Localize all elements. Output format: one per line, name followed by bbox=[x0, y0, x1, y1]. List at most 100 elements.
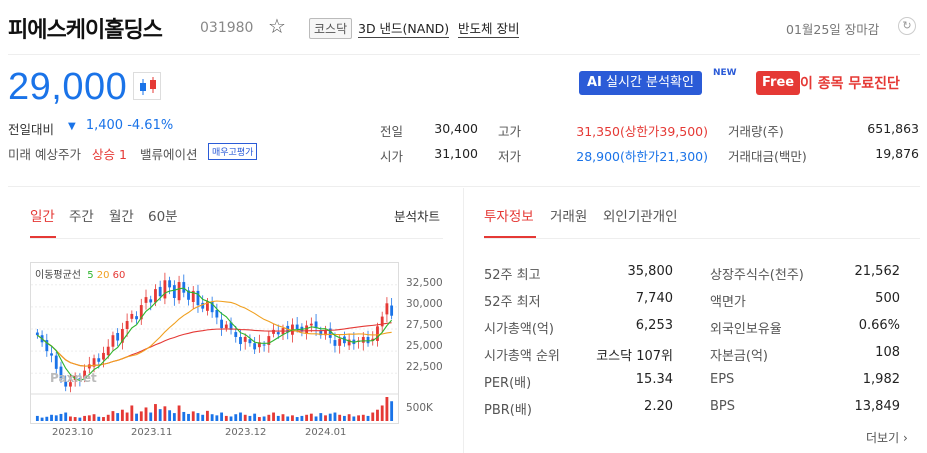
valuation-badge[interactable]: 매우고평가 bbox=[208, 143, 258, 160]
prev-close-value: 30,400 bbox=[434, 121, 478, 136]
candle-body bbox=[158, 286, 162, 297]
volume-tick: 500K bbox=[406, 402, 433, 414]
tab-broker[interactable]: 거래원 bbox=[550, 205, 587, 225]
chevron-right-icon: › bbox=[902, 431, 908, 445]
candle-body bbox=[305, 325, 309, 334]
predict-label: 미래 예상주가 bbox=[8, 147, 81, 162]
x-tick: 2023.10 bbox=[52, 427, 94, 438]
candle-body bbox=[135, 316, 138, 320]
volume-bar bbox=[163, 406, 167, 421]
info-value: 6,253 bbox=[635, 318, 673, 333]
info-label: EPS bbox=[710, 372, 735, 387]
x-tick: 2023.11 bbox=[131, 427, 173, 438]
tab-daily[interactable]: 일간 bbox=[30, 205, 55, 225]
candle-body bbox=[215, 309, 219, 318]
theme-link-nand[interactable]: 3D 낸드(NAND) bbox=[358, 18, 450, 38]
favorite-star-icon[interactable]: ☆ bbox=[268, 14, 286, 38]
stock-title: 피에스케이홀딩스 bbox=[8, 18, 163, 43]
volume-bar bbox=[125, 412, 129, 421]
candle-chart-icon[interactable] bbox=[133, 72, 161, 100]
candle-body bbox=[125, 321, 129, 329]
candle-body bbox=[253, 343, 257, 350]
volume-bar bbox=[319, 413, 323, 421]
amount-label: 거래대금(백만) bbox=[728, 149, 807, 164]
tab-foreign-institution[interactable]: 외인기관개인 bbox=[603, 205, 678, 225]
divider bbox=[463, 188, 464, 453]
info-label: PER(배) bbox=[484, 376, 532, 391]
theme-link-semiconductor[interactable]: 반도체 장비 bbox=[458, 18, 520, 38]
open-label: 시가 bbox=[380, 149, 404, 164]
stock-code: 031980 bbox=[200, 20, 254, 36]
info-value: 21,562 bbox=[854, 264, 901, 279]
refresh-icon[interactable]: ↻ bbox=[898, 17, 916, 35]
tab-monthly[interactable]: 월간 bbox=[109, 205, 134, 225]
candle-body bbox=[366, 336, 370, 344]
volume-bar bbox=[59, 413, 63, 421]
volume-bar bbox=[291, 415, 294, 421]
candle-body bbox=[54, 355, 58, 369]
tab-60min[interactable]: 60분 bbox=[148, 205, 178, 225]
divider bbox=[30, 238, 443, 239]
x-tick: 2024.01 bbox=[305, 427, 347, 438]
volume-bar bbox=[83, 415, 87, 421]
y-tick: 27,500 bbox=[406, 319, 443, 331]
ai-analysis-button[interactable]: AI 실시간 분석확인 bbox=[579, 71, 702, 95]
volume-bar bbox=[243, 414, 247, 421]
candle-body bbox=[102, 352, 105, 360]
valuation-label: 밸류에이션 bbox=[140, 147, 198, 162]
divider bbox=[8, 186, 920, 187]
current-price: 29,000 bbox=[8, 66, 128, 108]
tab-invest-info[interactable]: 투자정보 bbox=[484, 205, 534, 225]
tab-weekly[interactable]: 주간 bbox=[69, 205, 94, 225]
candlestick-chart bbox=[31, 272, 398, 421]
candle-body bbox=[116, 332, 120, 341]
info-value: 108 bbox=[875, 345, 900, 360]
y-tick: 32,500 bbox=[406, 277, 443, 289]
volume-bar bbox=[295, 417, 299, 421]
low-label: 저가 bbox=[498, 149, 522, 164]
y-tick: 30,000 bbox=[406, 298, 443, 310]
candle-body bbox=[220, 319, 224, 329]
more-link[interactable]: 더보기 › bbox=[866, 429, 908, 446]
volume-bar bbox=[276, 415, 280, 421]
volume-bar bbox=[220, 412, 224, 421]
info-label: 상장주식수(천주) bbox=[710, 268, 804, 283]
volume-bar bbox=[305, 414, 309, 421]
analysis-chart-link[interactable]: 분석차트 bbox=[394, 206, 440, 225]
volume-bar bbox=[40, 417, 44, 421]
candle-body bbox=[201, 302, 205, 309]
candle-body bbox=[239, 336, 242, 345]
volume-bar bbox=[376, 409, 379, 421]
candle-body bbox=[97, 358, 101, 362]
volume-bar bbox=[229, 416, 233, 421]
free-diagnosis-link[interactable]: 이 종목 무료진단 bbox=[800, 73, 900, 93]
candle-body bbox=[309, 323, 313, 326]
candle-body bbox=[376, 326, 379, 341]
candle-body bbox=[295, 324, 299, 329]
high-value: 31,350(상한가39,500) bbox=[576, 124, 708, 139]
volume-bar bbox=[267, 414, 271, 421]
candle-body bbox=[50, 353, 53, 356]
volume-bar bbox=[154, 404, 157, 421]
candle-body bbox=[144, 297, 148, 303]
volume-label: 거래량(주) bbox=[728, 124, 784, 139]
candle-body bbox=[262, 344, 266, 346]
price-chart[interactable] bbox=[30, 262, 399, 424]
volume-bar bbox=[45, 416, 49, 421]
info-label: 52주 최저 bbox=[484, 295, 541, 310]
predict-value[interactable]: 상승 1 bbox=[92, 144, 127, 163]
candle-body bbox=[111, 335, 115, 347]
candle-body bbox=[385, 303, 389, 315]
volume-bar bbox=[385, 397, 389, 421]
volume-bar bbox=[224, 415, 228, 421]
volume-bar bbox=[139, 411, 143, 421]
volume-bar bbox=[328, 413, 332, 421]
candle-body bbox=[163, 280, 167, 299]
volume-bar bbox=[286, 416, 290, 421]
free-badge[interactable]: Free bbox=[756, 71, 801, 95]
volume-bar bbox=[64, 412, 68, 421]
volume-bar bbox=[149, 412, 153, 421]
info-label: 시가총액(억) bbox=[484, 322, 554, 337]
volume-bar bbox=[135, 413, 138, 421]
volume-bar bbox=[54, 415, 58, 421]
